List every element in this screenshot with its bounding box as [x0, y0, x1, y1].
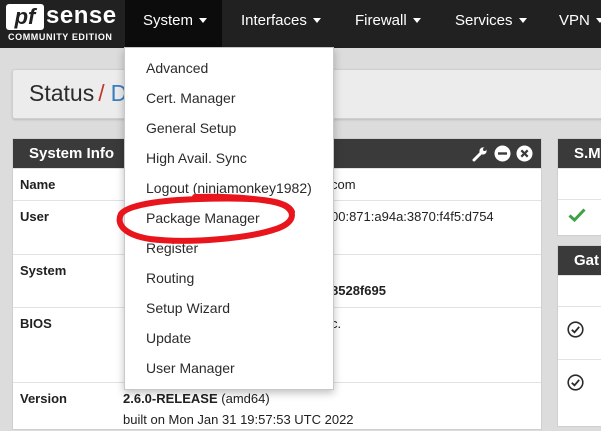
- nav-services[interactable]: Services: [455, 0, 527, 48]
- pfsense-logo[interactable]: pf sense COMMUNITY EDITION: [6, 2, 118, 44]
- version-build-date: built on Mon Jan 31 19:57:53 UTC 2022: [123, 412, 354, 427]
- row-value: 2.6.0-RELEASE (amd64): [123, 391, 270, 406]
- nav-interfaces[interactable]: Interfaces: [241, 0, 321, 48]
- logo-wordmark: sense: [46, 2, 117, 29]
- nav-services-label: Services: [455, 12, 513, 29]
- caret-down-icon: [595, 17, 601, 23]
- nav-system[interactable]: System: [125, 0, 222, 48]
- breadcrumb-section: Status: [29, 80, 95, 106]
- nav-interfaces-label: Interfaces: [241, 12, 307, 29]
- gateways-panel: Gat: [557, 245, 601, 427]
- row-label: System: [20, 263, 67, 278]
- menu-item-register[interactable]: Register: [125, 233, 333, 263]
- menu-item-cert-manager[interactable]: Cert. Manager: [125, 83, 333, 113]
- row-label: User: [20, 209, 49, 224]
- menu-item-update[interactable]: Update: [125, 323, 333, 353]
- caret-down-icon: [312, 17, 321, 23]
- system-info-title: System Info: [29, 145, 115, 162]
- gateways-title: Gat: [558, 246, 601, 275]
- caret-down-icon: [518, 17, 527, 23]
- close-circle-icon[interactable]: [515, 145, 533, 163]
- panel-controls: [471, 139, 533, 168]
- system-dropdown-menu: Advanced Cert. Manager General Setup Hig…: [124, 47, 334, 390]
- row-label: BIOS: [20, 316, 52, 331]
- breadcrumb-separator: /: [98, 80, 105, 106]
- row-value: 00:871:a94a:3870:f4f5:d754: [331, 209, 494, 224]
- check-icon: [568, 208, 586, 225]
- menu-item-setup-wizard[interactable]: Setup Wizard: [125, 293, 333, 323]
- caret-down-icon: [412, 17, 421, 23]
- menu-item-routing[interactable]: Routing: [125, 263, 333, 293]
- minus-circle-icon[interactable]: [493, 145, 511, 163]
- nav-firewall-label: Firewall: [355, 12, 407, 29]
- menu-item-package-manager[interactable]: Package Manager: [125, 203, 333, 233]
- gateways-header-row: [558, 275, 601, 306]
- smart-status-row: [558, 199, 601, 233]
- row-value: com: [331, 177, 356, 192]
- check-circle-icon: [567, 321, 584, 341]
- logo-edition: COMMUNITY EDITION: [8, 32, 113, 42]
- top-navbar: pf sense COMMUNITY EDITION System Interf…: [0, 0, 601, 48]
- page-title: Status / D: [29, 80, 127, 107]
- menu-item-high-avail-sync[interactable]: High Avail. Sync: [125, 143, 333, 173]
- nav-vpn[interactable]: VPN: [559, 0, 601, 48]
- logo-pf-mark: pf: [6, 4, 44, 30]
- caret-down-icon: [199, 17, 208, 23]
- row-value: 8528f695: [331, 283, 386, 298]
- smart-header-row: [558, 168, 601, 199]
- gateway-row: [558, 359, 601, 412]
- menu-item-advanced[interactable]: Advanced: [125, 53, 333, 83]
- menu-item-logout[interactable]: Logout (ninjamonkey1982): [125, 173, 333, 203]
- smart-status-title: S.M: [558, 139, 601, 168]
- gateway-row: [558, 306, 601, 359]
- menu-item-user-manager[interactable]: User Manager: [125, 353, 333, 383]
- smart-status-panel: S.M: [557, 138, 601, 236]
- nav-system-label: System: [143, 12, 194, 29]
- check-circle-icon: [567, 374, 584, 394]
- row-label: Version: [20, 391, 67, 406]
- row-label: Name: [20, 177, 56, 192]
- version-number: 2.6.0-RELEASE: [123, 391, 218, 406]
- version-arch: (amd64): [221, 391, 270, 406]
- nav-vpn-label: VPN: [559, 12, 590, 29]
- menu-item-general-setup[interactable]: General Setup: [125, 113, 333, 143]
- nav-firewall[interactable]: Firewall: [355, 0, 421, 48]
- wrench-icon[interactable]: [471, 145, 489, 163]
